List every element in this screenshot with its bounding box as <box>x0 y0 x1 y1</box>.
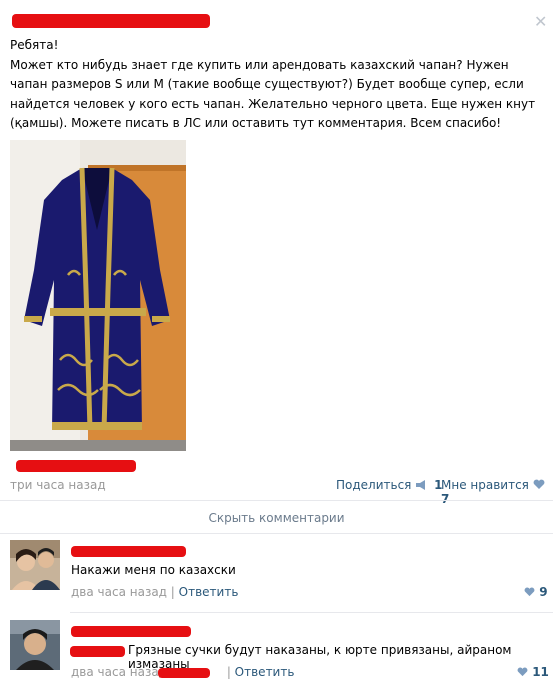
post-photo[interactable] <box>10 140 186 451</box>
reply-target-redaction <box>158 668 210 678</box>
megaphone-icon <box>415 478 431 492</box>
close-icon[interactable]: ✕ <box>534 14 547 30</box>
comment-time[interactable]: два часа назад <box>71 665 167 679</box>
comment-like-count: 11 <box>532 665 549 679</box>
heart-icon <box>524 585 539 599</box>
reply-button[interactable]: Ответить <box>179 585 239 599</box>
post-greeting: Ребята! <box>10 38 59 52</box>
post-text: Ребята! Может кто нибудь знает где купит… <box>10 36 545 134</box>
commenter-name-redaction <box>71 546 186 557</box>
divider <box>70 612 553 613</box>
chapan-photo <box>10 140 186 451</box>
divider <box>0 500 553 501</box>
post-body: Может кто нибудь знает где купить или ар… <box>10 57 536 131</box>
reply-button[interactable]: Ответить <box>235 665 295 679</box>
comment-like-button[interactable]: 11 <box>517 665 549 679</box>
comment-text: Накажи меня по казахски <box>71 563 236 577</box>
commenter-name-redaction <box>71 626 191 637</box>
heart-icon <box>533 478 545 492</box>
avatar[interactable] <box>10 620 60 670</box>
avatar[interactable] <box>10 540 60 590</box>
tagged-users-redaction <box>16 460 136 472</box>
divider <box>0 533 553 534</box>
comment-meta: два часа назад | Ответить <box>71 585 239 599</box>
comment-like-count: 9 <box>539 585 548 599</box>
share-button[interactable]: Поделиться 1 <box>336 478 442 492</box>
author-name-redaction <box>12 14 210 28</box>
share-label: Поделиться <box>336 478 412 492</box>
like-label: Мне нравится <box>441 478 529 492</box>
like-button[interactable]: Мне нравится 7 <box>441 478 553 506</box>
post-time[interactable]: три часа назад <box>10 478 106 492</box>
heart-icon <box>517 665 532 679</box>
hide-comments-link[interactable]: Скрыть комментарии <box>0 511 553 525</box>
mentioned-name-redaction <box>70 646 125 657</box>
like-count: 7 <box>441 492 450 506</box>
comment-like-button[interactable]: 9 <box>524 585 548 599</box>
comment-time[interactable]: два часа назад <box>71 585 167 599</box>
